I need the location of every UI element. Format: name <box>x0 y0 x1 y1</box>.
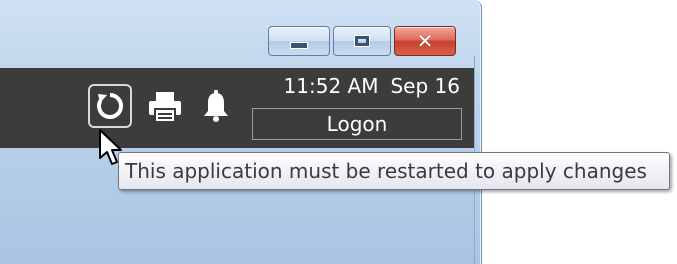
clock-display: 11:52 AM Sep 16 <box>250 74 460 98</box>
time-text: 11:52 AM <box>283 74 379 98</box>
tooltip: This application must be restarted to ap… <box>118 152 670 190</box>
print-button[interactable] <box>144 88 186 126</box>
notifications-button[interactable] <box>196 86 236 126</box>
bell-icon <box>204 90 228 122</box>
logon-button[interactable]: Logon <box>252 108 462 140</box>
minimize-button[interactable] <box>268 26 330 56</box>
close-button[interactable]: ✕ <box>394 26 456 56</box>
maximize-button[interactable] <box>333 26 391 56</box>
tooltip-text: This application must be restarted to ap… <box>125 159 647 183</box>
restart-icon <box>97 93 123 119</box>
restart-button[interactable] <box>88 84 132 128</box>
minimize-icon <box>290 41 308 49</box>
printer-icon <box>149 92 181 123</box>
mouse-cursor-icon <box>99 129 122 165</box>
date-text: Sep 16 <box>390 74 460 98</box>
window-controls: ✕ <box>268 26 456 56</box>
maximize-icon <box>354 35 370 47</box>
app-toolbar: 11:52 AM Sep 16 Logon <box>0 68 474 148</box>
close-icon: ✕ <box>416 29 434 53</box>
application-window: ✕ 11:52 AM Sep 16 Logon <box>0 0 482 264</box>
